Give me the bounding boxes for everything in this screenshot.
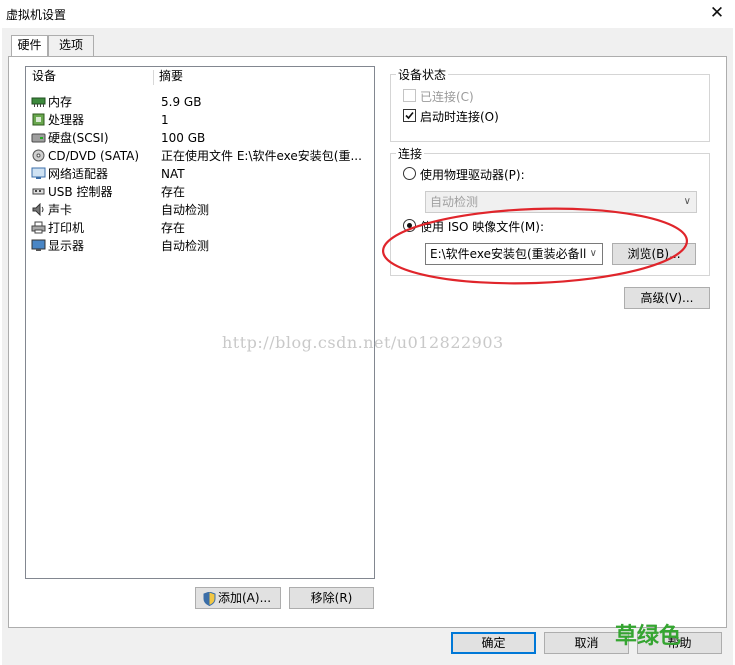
tab-hardware[interactable]: 硬件 xyxy=(11,35,48,57)
device-list[interactable]: 设备 摘要 内存 5.9 GB 处理器 1 硬盘(SCSI) 100 GB CD… xyxy=(25,66,375,579)
connected-checkbox[interactable] xyxy=(403,89,416,102)
shield-icon xyxy=(203,592,216,606)
device-name: 处理器 xyxy=(48,113,85,127)
device-row-printer[interactable]: 打印机 存在 xyxy=(30,219,370,237)
sound-card-icon xyxy=(31,202,46,217)
physical-drive-radio[interactable] xyxy=(403,167,416,180)
harddisk-icon xyxy=(31,131,46,144)
column-header-device[interactable]: 设备 xyxy=(32,67,56,85)
device-summary: 自动检测 xyxy=(161,203,210,217)
checkmark-icon xyxy=(405,111,414,120)
network-adapter-icon xyxy=(31,167,46,180)
device-name: 打印机 xyxy=(48,221,85,235)
printer-icon xyxy=(31,221,46,234)
connect-at-power-on-label: 启动时连接(O) xyxy=(420,110,499,124)
device-name: 网络适配器 xyxy=(48,167,109,181)
device-summary: 存在 xyxy=(161,221,186,235)
advanced-button[interactable]: 高级(V)... xyxy=(624,287,710,309)
device-summary: 存在 xyxy=(161,185,186,199)
device-row-display[interactable]: 显示器 自动检测 xyxy=(30,237,370,255)
device-summary: 5.9 GB xyxy=(161,95,202,109)
device-row-processor[interactable]: 处理器 1 xyxy=(30,111,370,129)
annotation-circle xyxy=(381,207,689,285)
device-summary: 1 xyxy=(161,113,169,127)
device-name: 内存 xyxy=(48,95,73,109)
memory-icon xyxy=(31,95,46,108)
device-name: CD/DVD (SATA) xyxy=(48,149,140,163)
device-status-title: 设备状态 xyxy=(396,66,449,83)
physical-drive-label: 使用物理驱动器(P): xyxy=(420,168,525,182)
device-name: 硬盘(SCSI) xyxy=(48,131,109,145)
device-row-harddisk[interactable]: 硬盘(SCSI) 100 GB xyxy=(30,129,370,147)
device-summary: 自动检测 xyxy=(161,239,210,253)
device-summary: NAT xyxy=(161,167,185,181)
usb-icon xyxy=(31,185,46,198)
device-summary: 正在使用文件 E:\软件exe安装包(重... xyxy=(161,149,362,163)
device-name: 声卡 xyxy=(48,203,73,217)
connect-at-power-on-checkbox[interactable] xyxy=(403,109,416,122)
remove-button[interactable]: 移除(R) xyxy=(289,587,374,609)
close-icon[interactable]: ✕ xyxy=(705,2,729,24)
tab-options[interactable]: 选项 xyxy=(48,35,94,56)
device-row-network-adapter[interactable]: 网络适配器 NAT xyxy=(30,165,370,183)
brand-mark: 草绿色 xyxy=(615,624,682,649)
device-row-cd-dvd[interactable]: CD/DVD (SATA) 正在使用文件 E:\软件exe安装包(重... xyxy=(30,147,370,165)
display-icon xyxy=(31,239,46,252)
processor-icon xyxy=(31,113,46,126)
device-name: USB 控制器 xyxy=(48,185,113,199)
device-name: 显示器 xyxy=(48,239,85,253)
connected-label: 已连接(C) xyxy=(420,90,474,104)
connection-title: 连接 xyxy=(396,145,425,162)
device-row-memory[interactable]: 内存 5.9 GB xyxy=(30,93,370,111)
column-header-summary[interactable]: 摘要 xyxy=(159,67,183,85)
title-bar: 虚拟机设置 ✕ xyxy=(0,0,735,28)
column-divider xyxy=(153,70,154,85)
ok-button[interactable]: 确定 xyxy=(451,632,536,654)
device-summary: 100 GB xyxy=(161,131,206,145)
window-title: 虚拟机设置 xyxy=(6,8,67,22)
add-button[interactable]: 添加(A)... xyxy=(195,587,281,609)
device-row-sound-card[interactable]: 声卡 自动检测 xyxy=(30,201,370,219)
cd-dvd-icon xyxy=(31,149,46,162)
add-button-label: 添加(A)... xyxy=(218,591,272,605)
watermark-text: http://blog.csdn.net/u012822903 xyxy=(222,333,504,352)
device-row-usb[interactable]: USB 控制器 存在 xyxy=(30,183,370,201)
